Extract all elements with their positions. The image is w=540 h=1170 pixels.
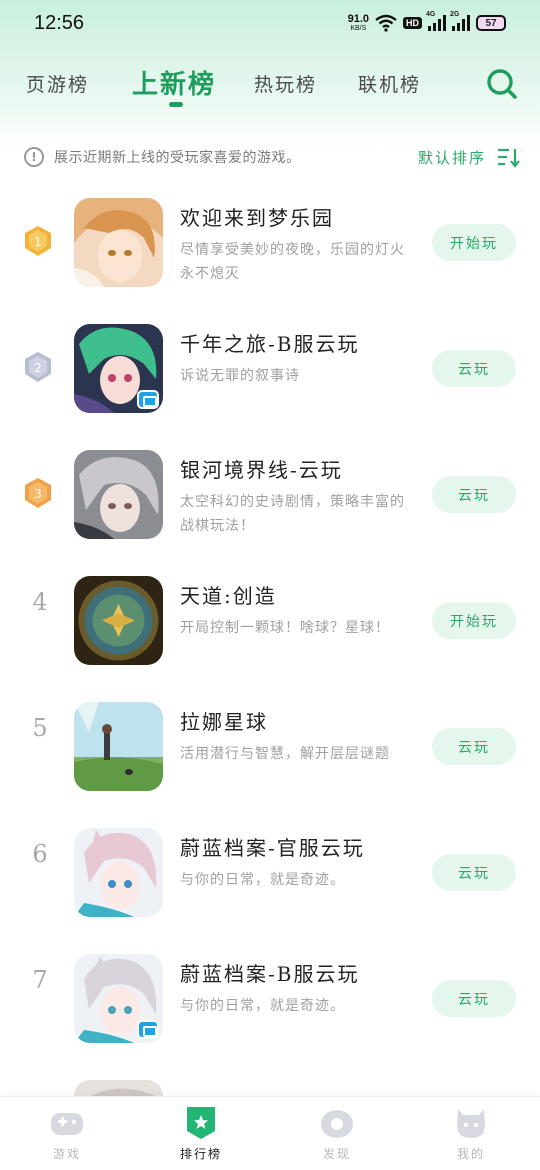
gamepad-icon (51, 1113, 83, 1135)
signal-icon-sim1: 4G (426, 11, 446, 31)
game-icon[interactable] (74, 576, 163, 665)
bottom-navigation: 游戏 排行榜 发现 我的 (0, 1096, 540, 1170)
game-artwork (74, 828, 163, 917)
sort-button[interactable]: 默认排序 (418, 147, 486, 168)
ranking-tabs: 页游榜 上新榜 热玩榜 联机榜 (0, 60, 540, 110)
status-bar: 12:56 91.0 KB/S HD 4G 2G 57 (0, 0, 540, 46)
info-row: ! 展示近期新上线的受玩家喜爱的游戏。 默认排序 (24, 142, 520, 172)
medal-rank: 1 (34, 235, 42, 249)
game-description: 太空科幻的史诗剧情，策略丰富的战棋玩法！ (180, 494, 405, 534)
sim2-label: 2G (450, 11, 460, 18)
tab-new-releases[interactable]: 上新榜 (132, 64, 216, 101)
gold-medal-icon: 1 (25, 226, 51, 256)
start-play-button[interactable]: 开始玩 (432, 602, 516, 639)
nav-ranking[interactable]: 排行榜 (151, 1097, 251, 1170)
tab-hot-games[interactable]: 热玩榜 (254, 70, 317, 97)
silver-medal-icon: 2 (25, 352, 51, 382)
game-artwork (74, 198, 163, 287)
nav-discover[interactable]: 发现 (287, 1097, 387, 1170)
game-list-item[interactable]: 5 拉娜星球 活用潜行与智慧，解开层层谜题 云玩 (0, 684, 540, 810)
game-icon[interactable] (74, 954, 163, 1043)
cloud-play-button[interactable]: 云玩 (432, 476, 516, 513)
network-speed: 91.0 KB/S (347, 13, 369, 33)
status-time: 12:56 (34, 11, 85, 34)
rank-number: 4 (32, 588, 48, 616)
search-icon[interactable] (484, 66, 520, 102)
game-title: 蔚蓝档案-B服云玩 (180, 962, 360, 986)
profile-icon (457, 1109, 485, 1138)
sim1-label: 4G (426, 11, 436, 18)
rank-number: 7 (32, 966, 48, 994)
rank-number: 6 (32, 840, 48, 868)
nav-label: 游戏 (52, 1147, 81, 1161)
game-description: 开局控制一颗球！啥球？星球！ (180, 620, 390, 636)
game-icon[interactable] (74, 324, 163, 413)
tab-multiplayer[interactable]: 联机榜 (358, 70, 421, 97)
cloud-play-button[interactable]: 云玩 (432, 728, 516, 765)
game-title: 蔚蓝档案-官服云玩 (180, 836, 365, 860)
game-icon[interactable] (74, 702, 163, 791)
rank-number: 5 (32, 714, 48, 742)
sort-icon[interactable] (496, 146, 520, 168)
game-description: 活用潜行与智慧，解开层层谜题 (180, 746, 390, 762)
game-list-item[interactable]: 1 欢迎来到梦乐园 尽情享受美妙的夜晚，乐园的灯火永不熄灭 开始玩 (0, 180, 540, 306)
bilibili-cloud-icon (137, 1020, 159, 1039)
nav-label: 我的 (456, 1147, 485, 1161)
ranking-icon (187, 1107, 215, 1139)
nav-games[interactable]: 游戏 (17, 1097, 117, 1170)
game-title: 银河境界线-云玩 (180, 458, 343, 482)
game-list: 1 欢迎来到梦乐园 尽情享受美妙的夜晚，乐园的灯火永不熄灭 开始玩 2 千年之旅… (0, 180, 540, 1170)
game-artwork (74, 576, 163, 665)
game-list-item[interactable]: 3 银河境界线-云玩 太空科幻的史诗剧情，策略丰富的战棋玩法！ 云玩 (0, 432, 540, 558)
game-list-item[interactable]: 6 蔚蓝档案-官服云玩 与你的日常，就是奇迹。 云玩 (0, 810, 540, 936)
battery-icon: 57 (476, 15, 506, 31)
game-artwork (74, 702, 163, 791)
nav-profile[interactable]: 我的 (421, 1097, 521, 1170)
status-indicators: 91.0 KB/S HD 4G 2G 57 (347, 11, 506, 33)
game-icon[interactable] (74, 450, 163, 539)
tab-web-games[interactable]: 页游榜 (26, 70, 89, 97)
bronze-medal-icon: 3 (25, 478, 51, 508)
game-title: 欢迎来到梦乐园 (180, 206, 334, 230)
network-speed-value: 91.0 (347, 13, 369, 25)
game-description: 与你的日常，就是奇迹。 (180, 872, 345, 888)
game-description: 诉说无罪的叙事诗 (180, 368, 300, 384)
game-description: 尽情享受美妙的夜晚，乐园的灯火永不熄灭 (180, 242, 405, 282)
start-play-button[interactable]: 开始玩 (432, 224, 516, 261)
game-list-item[interactable]: 7 蔚蓝档案-B服云玩 与你的日常，就是奇迹。 云玩 (0, 936, 540, 1062)
cloud-play-button[interactable]: 云玩 (432, 350, 516, 387)
cloud-play-button[interactable]: 云玩 (432, 980, 516, 1017)
game-list-item[interactable]: 4 天道:创造 开局控制一颗球！啥球？星球！ 开始玩 (0, 558, 540, 684)
hd-badge: HD (403, 17, 422, 29)
signal-icon-sim2: 2G (450, 11, 470, 31)
network-speed-unit: KB/S (350, 25, 367, 32)
game-artwork (74, 450, 163, 539)
nav-label: 发现 (322, 1147, 351, 1161)
active-tab-indicator (169, 102, 183, 107)
wifi-icon (375, 14, 397, 32)
game-icon[interactable] (74, 198, 163, 287)
game-description: 与你的日常，就是奇迹。 (180, 998, 345, 1014)
info-icon: ! (24, 147, 44, 167)
game-title: 天道:创造 (180, 584, 277, 608)
medal-rank: 2 (34, 361, 42, 375)
medal-rank: 3 (34, 487, 42, 501)
bilibili-cloud-icon (137, 390, 159, 409)
battery-level: 57 (485, 17, 497, 29)
cloud-play-button[interactable]: 云玩 (432, 854, 516, 891)
game-title: 千年之旅-B服云玩 (180, 332, 360, 356)
info-text: 展示近期新上线的受玩家喜爱的游戏。 (54, 150, 301, 166)
game-icon[interactable] (74, 828, 163, 917)
discover-icon (321, 1110, 353, 1138)
nav-label: 排行榜 (179, 1147, 222, 1161)
game-title: 拉娜星球 (180, 710, 268, 734)
game-list-item[interactable]: 2 千年之旅-B服云玩 诉说无罪的叙事诗 云玩 (0, 306, 540, 432)
